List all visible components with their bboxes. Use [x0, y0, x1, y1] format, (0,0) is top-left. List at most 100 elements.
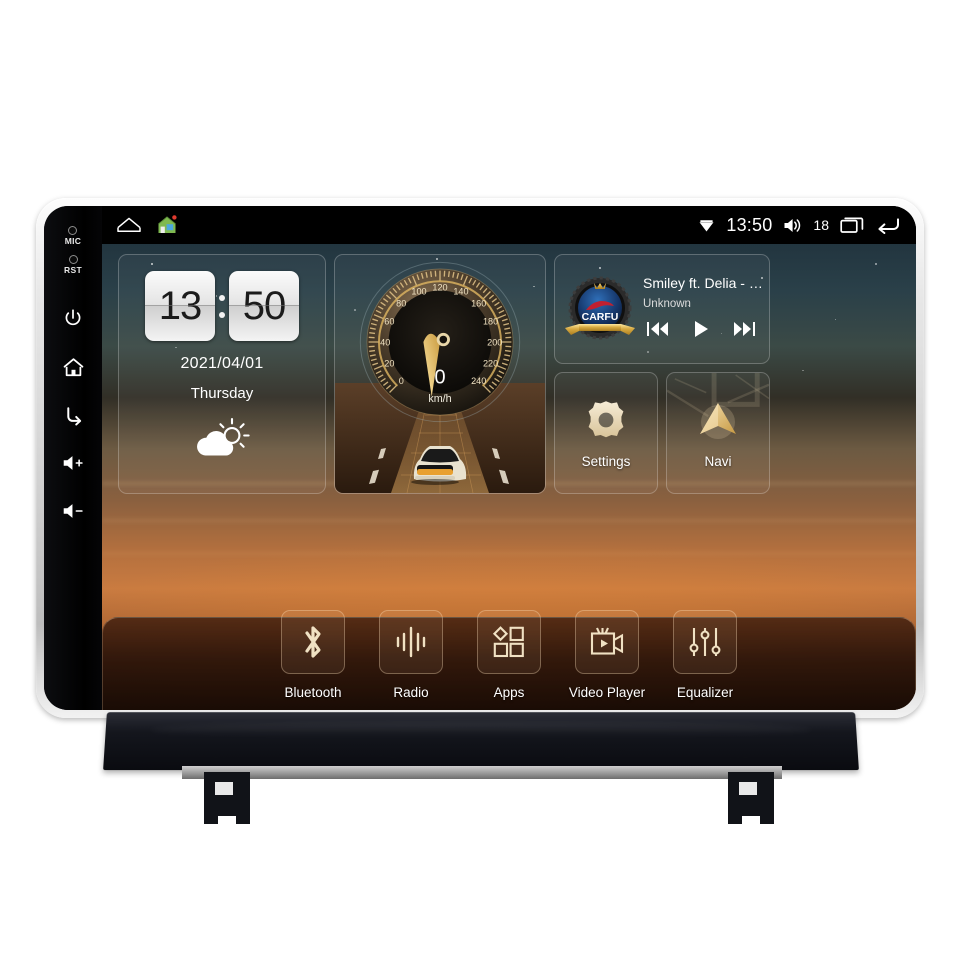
partly-cloudy-icon: [197, 417, 250, 456]
speedometer-tick-label: 200: [487, 337, 502, 347]
status-bar-right: 13:50 18: [698, 215, 916, 236]
volume-down-icon: [63, 504, 83, 518]
house-app-icon[interactable]: [156, 214, 178, 236]
video-camera-icon: [590, 627, 624, 655]
home-button[interactable]: [60, 354, 86, 380]
carfu-wordmark: CARFU: [582, 311, 619, 323]
app-apps-label: Apps: [493, 685, 525, 700]
flip-clock: 13 50: [119, 271, 325, 341]
home-outline-icon[interactable]: [116, 216, 142, 234]
skip-previous-icon: [647, 321, 668, 336]
previous-track-button[interactable]: [645, 320, 671, 343]
app-bluetooth-label: Bluetooth: [284, 685, 342, 700]
speedometer-tick-label: 180: [483, 316, 498, 326]
speedometer-tick-label: 80: [396, 299, 406, 309]
play-button[interactable]: [691, 319, 711, 344]
speedometer-tick-label: 100: [411, 287, 426, 297]
recent-apps-icon[interactable]: [840, 216, 864, 235]
mic-pinhole: MIC: [65, 226, 81, 246]
bracket-plate: [182, 766, 782, 779]
track-artist: Unknown: [643, 297, 691, 310]
mic-label: MIC: [64, 236, 82, 246]
speedometer-tick-label: 220: [483, 358, 498, 368]
clock-colon: [218, 294, 226, 318]
clock-minutes-value: 50: [242, 284, 286, 328]
microphone-pinhole-icon: [68, 226, 78, 235]
navi-tile[interactable]: Navi: [666, 372, 770, 494]
speedometer-widget[interactable]: 0 20 40 60 80 100 120 140 160 180 200 220 240 0 km/h: [334, 254, 546, 494]
speedometer-tick-label: 0: [399, 376, 404, 386]
volume-down-button[interactable]: [60, 498, 86, 524]
clock-minutes: 50: [229, 271, 299, 341]
volume-up-icon: [63, 456, 83, 470]
play-icon: [695, 320, 708, 337]
back-arrow-icon[interactable]: [875, 216, 901, 235]
touchscreen[interactable]: 13:50 18 13 50 2021/04/01 Thursday 0 20 …: [102, 206, 916, 710]
status-bar-left: [102, 214, 178, 236]
bracket-tab-left: [204, 772, 250, 824]
back-icon: [66, 406, 81, 425]
volume-up-button[interactable]: [60, 450, 86, 476]
speed-unit: km/h: [428, 393, 451, 405]
carfu-badge-logo: CARFU: [561, 270, 639, 348]
track-title: Smiley ft. Delia - Ne v...: [643, 274, 763, 291]
app-radio-label: Radio: [393, 685, 429, 700]
speedometer-tick-label: 140: [453, 287, 468, 297]
app-bluetooth[interactable]: Bluetooth: [275, 610, 351, 700]
speed-value: 0: [434, 367, 445, 389]
next-track-button[interactable]: [731, 320, 757, 343]
video-player-tile[interactable]: [575, 610, 639, 674]
settings-tile-label: Settings: [581, 453, 631, 469]
app-video-player[interactable]: Video Player: [569, 610, 645, 700]
power-button[interactable]: [60, 306, 86, 332]
bluetooth-icon: [305, 626, 321, 658]
home-icon: [63, 357, 83, 376]
home-wallpaper: 13 50 2021/04/01 Thursday 0 20 40 60 80 …: [102, 244, 916, 710]
clock-date: 2021/04/01: [180, 355, 264, 372]
speedometer-tick-label: 60: [384, 316, 394, 326]
app-equalizer[interactable]: Equalizer: [667, 610, 743, 700]
clock-weekday: Thursday: [190, 385, 254, 402]
speedometer-tick-label: 240: [471, 376, 486, 386]
app-radio[interactable]: Radio: [373, 610, 449, 700]
settings-tile[interactable]: Settings: [554, 372, 658, 494]
clock-hours-value: 13: [158, 284, 202, 328]
gear-icon: [588, 400, 624, 437]
mounting-bracket: [103, 712, 859, 771]
navigation-arrow-icon: [700, 402, 736, 439]
status-bar-clock: 13:50: [726, 214, 773, 235]
clock-hours: 13: [145, 271, 215, 341]
power-icon: [65, 309, 81, 326]
app-apps[interactable]: Apps: [471, 610, 547, 700]
app-video-player-label: Video Player: [568, 685, 646, 700]
music-player-widget[interactable]: CARFU Smiley ft. Delia - Ne v... Unknown: [554, 254, 770, 364]
equalizer-tile[interactable]: [673, 610, 737, 674]
head-unit-bezel: MIC RST 13:50 18 13 50 2021/04/01 Thursd…: [36, 198, 924, 718]
back-button[interactable]: [60, 402, 86, 428]
app-equalizer-label: Equalizer: [676, 685, 734, 700]
apps-tile[interactable]: [477, 610, 541, 674]
screenshot-root: MIC RST 13:50 18 13 50 2021/04/01 Thursd…: [0, 0, 960, 960]
status-bar: 13:50 18: [102, 206, 916, 244]
speedometer-tick-label: 120: [432, 283, 447, 293]
hardware-button-strip: MIC RST: [44, 206, 102, 710]
radio-waveform-icon: [396, 626, 426, 658]
weather-area[interactable]: [119, 416, 325, 460]
bluetooth-tile[interactable]: [281, 610, 345, 674]
signal-diamond-icon: [699, 219, 714, 231]
head-unit-inner-bezel: MIC RST 13:50 18 13 50 2021/04/01 Thursd…: [44, 206, 916, 710]
clock-widget[interactable]: 13 50 2021/04/01 Thursday: [118, 254, 326, 494]
equalizer-sliders-icon: [689, 628, 721, 656]
reset-pinhole-icon[interactable]: [68, 255, 78, 264]
speedometer-tick-label: 160: [471, 299, 486, 309]
skip-next-icon: [734, 321, 755, 336]
speedometer-tick-label: 20: [384, 358, 394, 368]
reset-pinhole[interactable]: RST: [64, 255, 82, 275]
volume-level: 18: [813, 217, 829, 233]
radio-tile[interactable]: [379, 610, 443, 674]
rst-label: RST: [64, 265, 82, 275]
apps-grid-icon: [492, 626, 524, 658]
volume-icon[interactable]: [783, 217, 802, 234]
speedometer-dial: 0 20 40 6080 100 120 140160 180 200 220 240 0 km/h: [359, 261, 521, 423]
app-dock: Bluetooth Radio Apps Video Player Equali…: [102, 580, 916, 700]
